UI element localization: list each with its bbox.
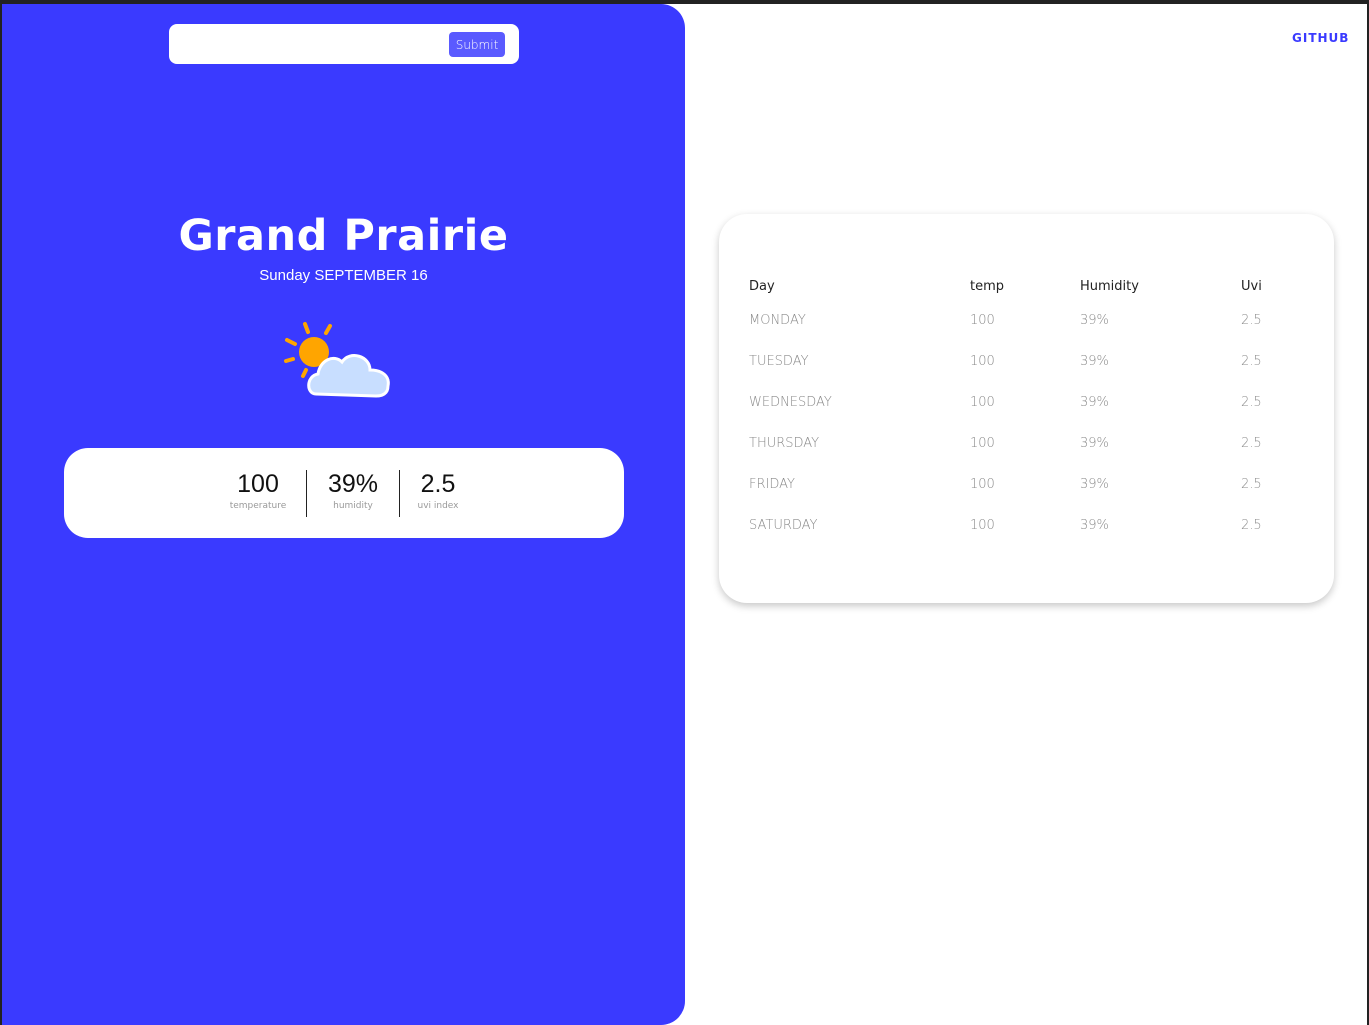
city-search-input[interactable] (179, 32, 443, 58)
row-uvi: 2.5 (1241, 395, 1262, 410)
row-temp: 100 (970, 395, 995, 410)
table-row: MONDAY 100 39% 2.5 (749, 300, 1301, 341)
row-uvi: 2.5 (1241, 313, 1262, 328)
row-humidity: 39% (1080, 395, 1109, 410)
row-humidity: 39% (1080, 477, 1109, 492)
forecast-card: Day temp Humidity Uvi MONDAY 100 39% 2.5… (719, 214, 1334, 603)
header-temp: temp (970, 278, 1005, 294)
forecast-header-row: Day temp Humidity Uvi (749, 272, 1301, 300)
humidity-value: 39% (327, 470, 379, 498)
humidity-stat: 39% humidity (320, 468, 386, 512)
current-weather-panel: Submit Grand Prairie Sunday SEPTEMBER 16… (2, 4, 685, 1025)
row-uvi: 2.5 (1241, 436, 1262, 451)
row-day: TUESDAY (749, 354, 809, 369)
row-uvi: 2.5 (1241, 354, 1262, 369)
partly-cloudy-icon (278, 314, 398, 404)
row-day: WEDNESDAY (749, 395, 832, 410)
temperature-stat: 100 temperature (224, 468, 292, 512)
uvi-label: uvi index (417, 501, 459, 511)
row-temp: 100 (970, 477, 995, 492)
row-day: MONDAY (749, 313, 806, 328)
humidity-label: humidity (333, 501, 373, 511)
uvi-stat: 2.5 uvi index (412, 468, 464, 512)
current-date: Sunday SEPTEMBER 16 (259, 267, 428, 284)
row-temp: 100 (970, 436, 995, 451)
header-humidity: Humidity (1080, 278, 1139, 294)
row-uvi: 2.5 (1241, 518, 1262, 533)
temperature-label: temperature (229, 501, 287, 511)
uvi-value: 2.5 (420, 470, 456, 498)
temperature-value: 100 (237, 470, 279, 498)
submit-button[interactable]: Submit (449, 32, 505, 57)
search-bar: Submit (169, 24, 519, 64)
row-day: THURSDAY (749, 436, 820, 451)
row-uvi: 2.5 (1241, 477, 1262, 492)
table-row: FRIDAY 100 39% 2.5 (749, 464, 1301, 505)
header-uvi: Uvi (1241, 278, 1262, 294)
app-window: Submit Grand Prairie Sunday SEPTEMBER 16… (0, 0, 1369, 1025)
header-day: Day (749, 278, 775, 294)
forecast-table: Day temp Humidity Uvi MONDAY 100 39% 2.5… (749, 272, 1301, 546)
row-temp: 100 (970, 313, 995, 328)
row-day: SATURDAY (749, 518, 818, 533)
table-row: TUESDAY 100 39% 2.5 (749, 341, 1301, 382)
row-day: FRIDAY (749, 477, 795, 492)
row-humidity: 39% (1080, 518, 1109, 533)
table-row: WEDNESDAY 100 39% 2.5 (749, 382, 1301, 423)
row-humidity: 39% (1080, 436, 1109, 451)
row-humidity: 39% (1080, 313, 1109, 328)
github-link[interactable]: GITHUB (1292, 31, 1349, 45)
table-row: SATURDAY 100 39% 2.5 (749, 505, 1301, 546)
row-temp: 100 (970, 518, 995, 533)
stat-divider (399, 470, 400, 517)
row-humidity: 39% (1080, 354, 1109, 369)
row-temp: 100 (970, 354, 995, 369)
table-row: THURSDAY 100 39% 2.5 (749, 423, 1301, 464)
stat-divider (306, 470, 307, 517)
city-name: Grand Prairie (178, 211, 509, 261)
current-stats-card: 100 temperature 39% humidity 2.5 uvi ind… (64, 448, 624, 538)
